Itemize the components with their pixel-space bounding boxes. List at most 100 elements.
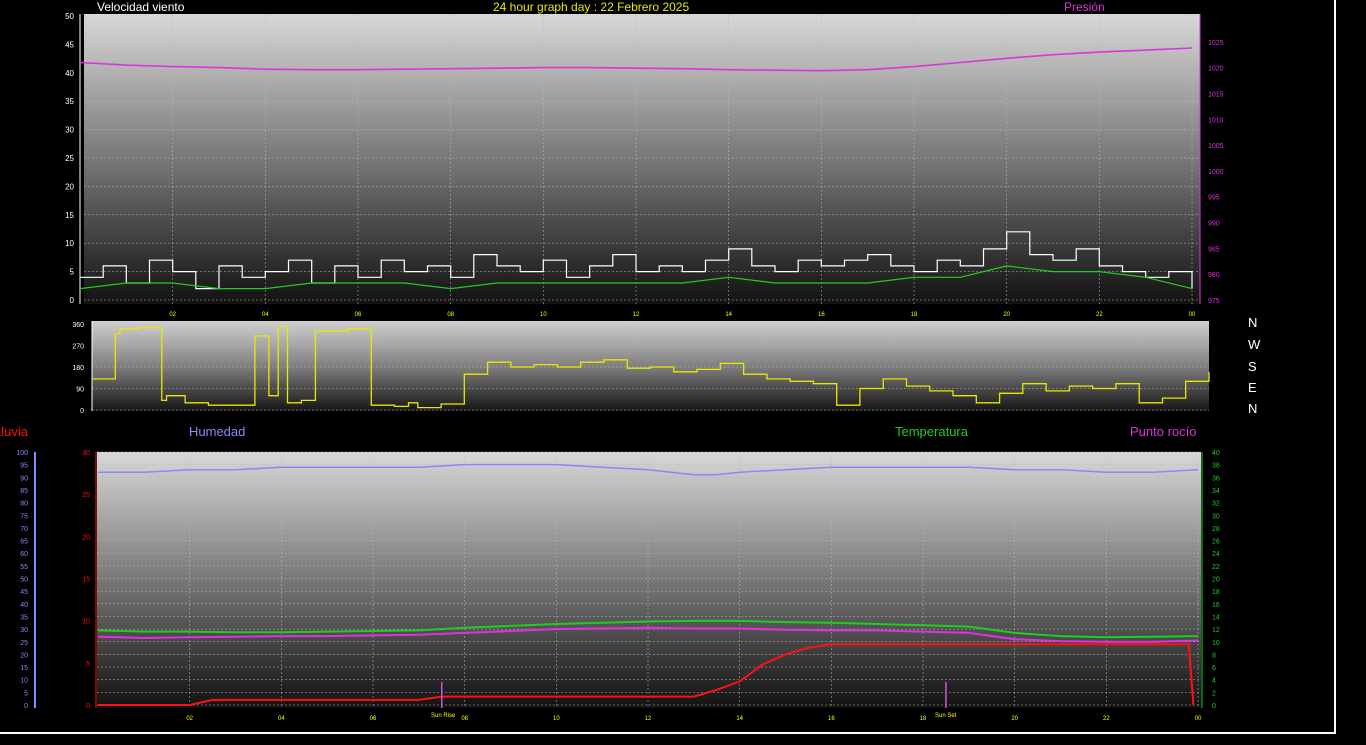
- wind-x-tick: 16: [818, 312, 825, 318]
- wind-y-tick: 25: [65, 154, 74, 163]
- pressure-y-tick: 985: [1208, 246, 1220, 253]
- wind-x-tick: 18: [911, 312, 918, 318]
- humidity-y-tick: 5: [24, 690, 28, 697]
- rain-y-tick: 5: [86, 661, 90, 668]
- pressure-y-tick: 1020: [1208, 66, 1224, 73]
- sunrise-label: Sun Rise: [431, 713, 456, 719]
- pressure-y-tick: 1025: [1208, 40, 1224, 47]
- humidity-y-tick: 0: [24, 703, 28, 710]
- temp-y-tick: 18: [1212, 589, 1220, 596]
- compass-label: N: [1248, 315, 1258, 330]
- temp-y-tick: 30: [1212, 513, 1220, 520]
- humidity-y-tick: 40: [20, 602, 28, 609]
- rain-y-tick: 0: [86, 703, 90, 710]
- humidity-legend: Humedad: [189, 424, 246, 439]
- wind-y-tick: 20: [65, 182, 74, 191]
- rain-x-tick: 16: [828, 716, 835, 722]
- pressure-y-tick: 995: [1208, 195, 1220, 202]
- humidity-y-tick: 35: [20, 614, 28, 621]
- wind-y-tick: 10: [65, 239, 74, 248]
- rain-y-tick: 30: [82, 450, 90, 457]
- rain-x-tick: 12: [645, 716, 652, 722]
- weather-graphs: 0510152025303540455097598098599099510001…: [16, 12, 1224, 722]
- rain-x-tick: 18: [920, 716, 927, 722]
- temp-y-tick: 4: [1212, 678, 1216, 685]
- humidity-y-tick: 90: [20, 475, 28, 482]
- direction-y-tick: 180: [72, 365, 84, 372]
- wind-x-tick: 12: [633, 312, 640, 318]
- humidity-y-tick: 15: [20, 665, 28, 672]
- wind-x-tick: 02: [169, 312, 176, 318]
- temp-y-tick: 12: [1212, 627, 1220, 634]
- temp-y-tick: 34: [1212, 488, 1220, 495]
- direction-y-tick: 0: [80, 408, 84, 415]
- wind-x-tick: 06: [355, 312, 362, 318]
- temp-y-tick: 22: [1212, 564, 1220, 571]
- frame-bottom: [0, 732, 1336, 734]
- temp-y-tick: 20: [1212, 577, 1220, 584]
- humidity-y-tick: 50: [20, 577, 28, 584]
- pressure-y-tick: 1000: [1208, 169, 1224, 176]
- humidity-y-tick: 100: [16, 450, 28, 457]
- wind-y-tick: 45: [65, 40, 74, 49]
- rain-x-tick: 22: [1103, 716, 1110, 722]
- rain-x-tick: 02: [186, 716, 193, 722]
- pressure-y-tick: 1005: [1208, 143, 1224, 150]
- temp-y-tick: 0: [1212, 703, 1216, 710]
- sunset-label: Sun Set: [935, 713, 957, 719]
- temp-y-tick: 6: [1212, 665, 1216, 672]
- humidity-y-tick: 20: [20, 652, 28, 659]
- temp-y-tick: 8: [1212, 652, 1216, 659]
- humidity-y-tick: 25: [20, 640, 28, 647]
- humidity-y-tick: 55: [20, 564, 28, 571]
- wind-title: Velocidad viento: [97, 0, 185, 14]
- humidity-y-tick: 30: [20, 627, 28, 634]
- compass-label: S: [1248, 359, 1257, 374]
- temp-y-tick: 28: [1212, 526, 1220, 533]
- rain-y-tick: 15: [82, 577, 90, 584]
- temp-y-tick: 16: [1212, 602, 1220, 609]
- pressure-y-tick: 1015: [1208, 91, 1224, 98]
- wind-y-tick: 30: [65, 126, 74, 135]
- humidity-y-tick: 10: [20, 678, 28, 685]
- rain-x-tick: 00: [1195, 716, 1202, 722]
- compass-label: E: [1248, 380, 1257, 395]
- temp-y-tick: 38: [1212, 463, 1220, 470]
- rain-y-tick: 20: [82, 534, 90, 541]
- humidity-y-tick: 75: [20, 513, 28, 520]
- temp-y-tick: 40: [1212, 450, 1220, 457]
- pressure-y-tick: 1010: [1208, 117, 1224, 124]
- temp-y-tick: 32: [1212, 501, 1220, 508]
- graph-title: 24 hour graph day : 22 Febrero 2025: [493, 0, 690, 14]
- temp-y-tick: 2: [1212, 690, 1216, 697]
- rain-x-tick: 04: [278, 716, 285, 722]
- wind-x-tick: 10: [540, 312, 547, 318]
- compass-label: W: [1248, 337, 1261, 352]
- humidity-y-tick: 45: [20, 589, 28, 596]
- humidity-y-tick: 80: [20, 501, 28, 508]
- temp-y-tick: 14: [1212, 614, 1220, 621]
- direction-axes: 0 90 180 270 360: [72, 321, 93, 415]
- temp-y-tick: 36: [1212, 475, 1220, 482]
- dewpoint-legend: Punto rocío: [1130, 424, 1197, 439]
- temp-y-tick: 24: [1212, 551, 1220, 558]
- pressure-y-tick: 980: [1208, 272, 1220, 279]
- wind-x-tick: 00: [1189, 312, 1196, 318]
- wind-x-tick: 14: [725, 312, 732, 318]
- humidity-y-tick: 60: [20, 551, 28, 558]
- temperature-legend: Temperatura: [895, 424, 968, 439]
- temp-y-tick: 10: [1212, 640, 1220, 647]
- humidity-y-tick: 70: [20, 526, 28, 533]
- wind-plot-area: [84, 14, 1200, 304]
- rain-y-tick: 10: [82, 619, 90, 626]
- wind-y-tick: 35: [65, 97, 74, 106]
- humidity-y-tick: 65: [20, 539, 28, 546]
- direction-y-tick: 270: [72, 344, 84, 351]
- compass-label: N: [1248, 401, 1258, 416]
- wind-x-tick: 08: [447, 312, 454, 318]
- temp-y-tick: 26: [1212, 539, 1220, 546]
- wind-y-tick: 40: [65, 69, 74, 78]
- rain-legend: Lluvia: [0, 424, 28, 439]
- rain-x-tick: 10: [553, 716, 560, 722]
- wind-y-tick: 0: [70, 296, 75, 305]
